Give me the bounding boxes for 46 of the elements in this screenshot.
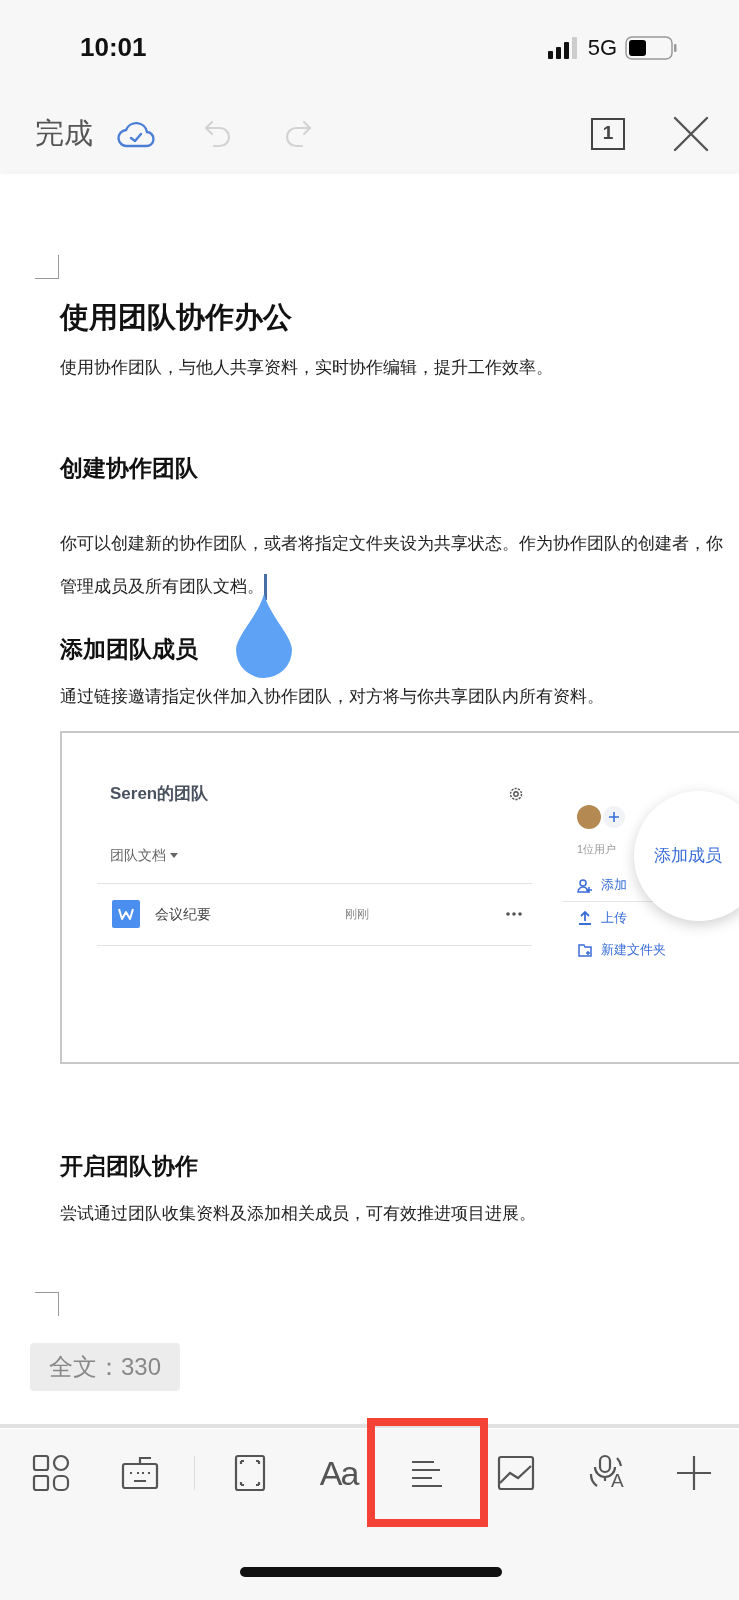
selection-handle-icon[interactable]	[236, 594, 292, 679]
font-button[interactable]: Aa	[294, 1418, 384, 1527]
member-count: 1位用户	[577, 842, 617, 857]
file-name: 会议纪要	[155, 904, 212, 924]
upload-icon	[577, 910, 593, 926]
close-icon	[673, 115, 709, 152]
network-label: 5G	[587, 34, 617, 62]
paragraph-line: 尝试通过团队收集资料及添加相关成员，可有效推进项目进展。	[60, 1203, 536, 1223]
align-button[interactable]	[367, 1418, 488, 1527]
signal-icon	[547, 36, 580, 59]
page-corner-mark	[35, 255, 59, 279]
add-member-button[interactable]	[603, 806, 625, 828]
apps-icon	[31, 1453, 70, 1492]
paragraph-line: 通过链接邀请指定伙伴加入协作团队，对方将与你共享团队内所有资料。	[60, 686, 604, 706]
callout-label: 添加成员	[654, 845, 722, 868]
panel-action[interactable]: 添加	[601, 876, 627, 895]
done-button[interactable]: 完成	[35, 111, 93, 156]
avatar	[577, 805, 601, 829]
word-count-badge: 全文：330	[30, 1343, 180, 1391]
section-heading: 添加团队成员	[60, 635, 199, 664]
more-icon[interactable]	[506, 912, 522, 916]
section-heading: 创建协作团队	[60, 454, 199, 483]
add-person-icon	[577, 877, 593, 894]
document-icon	[112, 900, 140, 928]
section-heading: 开启团队协作	[60, 1152, 199, 1181]
voice-input-button[interactable]: A	[560, 1418, 650, 1527]
document-title: 使用团队协作办公	[60, 300, 293, 335]
battery-icon	[625, 35, 677, 60]
page-corner-mark	[35, 1292, 59, 1316]
page-count-button[interactable]: 1	[591, 117, 625, 150]
panel-action[interactable]: 上传	[601, 908, 627, 928]
caret-icon	[170, 853, 178, 858]
folder-dropdown[interactable]: 团队文档	[110, 845, 166, 866]
status-time: 10:01	[80, 31, 147, 64]
image-icon	[497, 1453, 536, 1492]
plus-icon	[609, 812, 619, 822]
plus-icon	[675, 1453, 714, 1492]
paragraph-line: 你可以创建新的协作团队，或者将指定文件夹设为共享状态。作为协作团队的创建者，你	[60, 533, 723, 553]
file-time: 刚刚	[345, 906, 369, 923]
close-button[interactable]	[673, 115, 709, 152]
gear-icon[interactable]	[508, 785, 524, 802]
new-folder-icon	[577, 942, 593, 958]
paragraph-line: 管理成员及所有团队文档。	[60, 576, 264, 596]
team-name: Seren的团队	[110, 783, 209, 805]
paragraph-line: 使用协作团队，与他人共享资料，实时协作编辑，提升工作效率。	[60, 357, 553, 377]
panel-action[interactable]: 新建文件夹	[601, 940, 666, 960]
